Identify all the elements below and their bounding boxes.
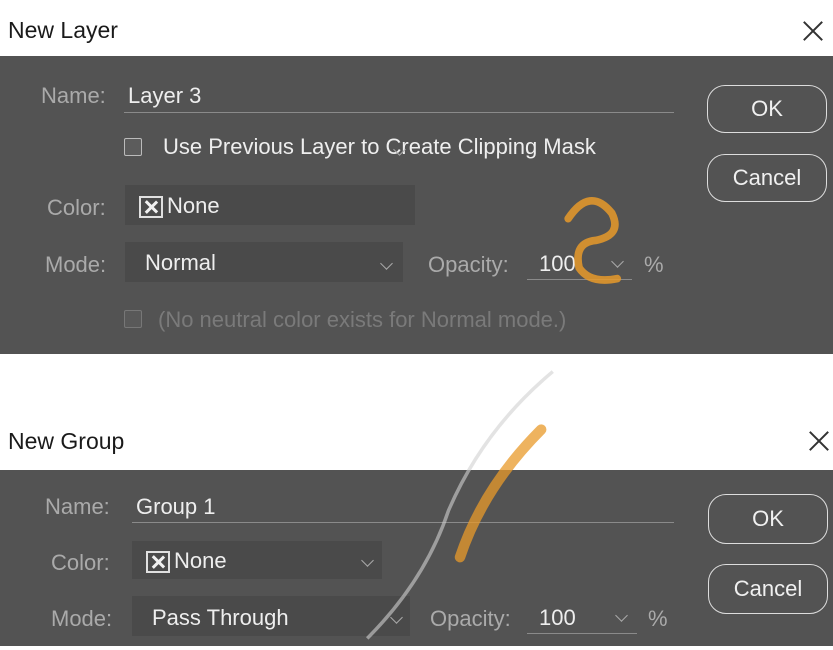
neutral-color-label: (No neutral color exists for Normal mode…: [158, 307, 567, 332]
cancel-button[interactable]: Cancel: [707, 154, 827, 202]
opacity-unit: %: [648, 606, 668, 631]
ok-button-label: OK: [751, 96, 783, 121]
x-box-icon: [139, 196, 163, 219]
opacity-input[interactable]: 100: [527, 245, 632, 280]
ok-button[interactable]: OK: [707, 85, 827, 133]
x-box-icon: [146, 551, 170, 574]
name-input[interactable]: Group 1: [132, 490, 674, 523]
clipping-mask-label: Use Previous Layer to Create Clipping Ma…: [163, 134, 596, 159]
color-label: Color:: [47, 195, 106, 220]
color-value: None: [167, 193, 220, 218]
color-dropdown[interactable]: None: [132, 541, 382, 579]
mode-value: Pass Through: [152, 605, 289, 630]
name-input[interactable]: Layer 3: [124, 80, 674, 113]
cancel-button[interactable]: Cancel: [708, 564, 828, 614]
neutral-color-checkbox: [124, 310, 142, 328]
color-dropdown-content: None: [139, 193, 220, 219]
color-dropdown-content: None: [146, 548, 227, 574]
new-group-panel: Name: Group 1 Color: None Mode: Pass Thr…: [0, 470, 833, 646]
color-label: Color:: [51, 550, 110, 575]
close-icon[interactable]: [800, 18, 826, 44]
name-label: Name:: [45, 494, 110, 519]
name-input-value: Group 1: [136, 494, 216, 519]
new-group-title: New Group: [8, 428, 125, 454]
new-layer-title: New Layer: [8, 17, 118, 43]
opacity-value: 100: [539, 605, 576, 630]
cancel-button-label: Cancel: [733, 576, 803, 601]
opacity-label: Opacity:: [428, 252, 509, 277]
mode-label: Mode:: [51, 606, 113, 631]
clipping-mask-checkbox[interactable]: [124, 138, 142, 156]
ok-button-label: OK: [752, 506, 784, 531]
opacity-value: 100: [539, 251, 576, 276]
color-value: None: [174, 548, 227, 573]
chevron-down-icon[interactable]: [615, 609, 628, 622]
mode-value: Normal: [145, 250, 216, 275]
cancel-button-label: Cancel: [732, 165, 802, 190]
mode-label: Mode:: [45, 252, 107, 277]
name-label: Name:: [41, 83, 106, 108]
new-layer-panel: Name: Layer 3 Use Previous Layer to Crea…: [0, 56, 833, 354]
name-input-value: Layer 3: [128, 83, 202, 108]
opacity-label: Opacity:: [430, 606, 511, 631]
opacity-input[interactable]: 100: [527, 599, 637, 634]
new-group-titlebar: New Group: [0, 410, 833, 470]
mode-dropdown[interactable]: Pass Through: [132, 596, 410, 636]
chevron-down-icon[interactable]: [611, 255, 624, 268]
new-layer-titlebar: New Layer: [0, 0, 833, 56]
ok-button[interactable]: OK: [708, 494, 828, 544]
color-dropdown[interactable]: None: [125, 143, 415, 225]
opacity-unit: %: [644, 252, 664, 277]
mode-dropdown[interactable]: Normal: [125, 242, 403, 282]
close-icon[interactable]: [806, 428, 832, 454]
